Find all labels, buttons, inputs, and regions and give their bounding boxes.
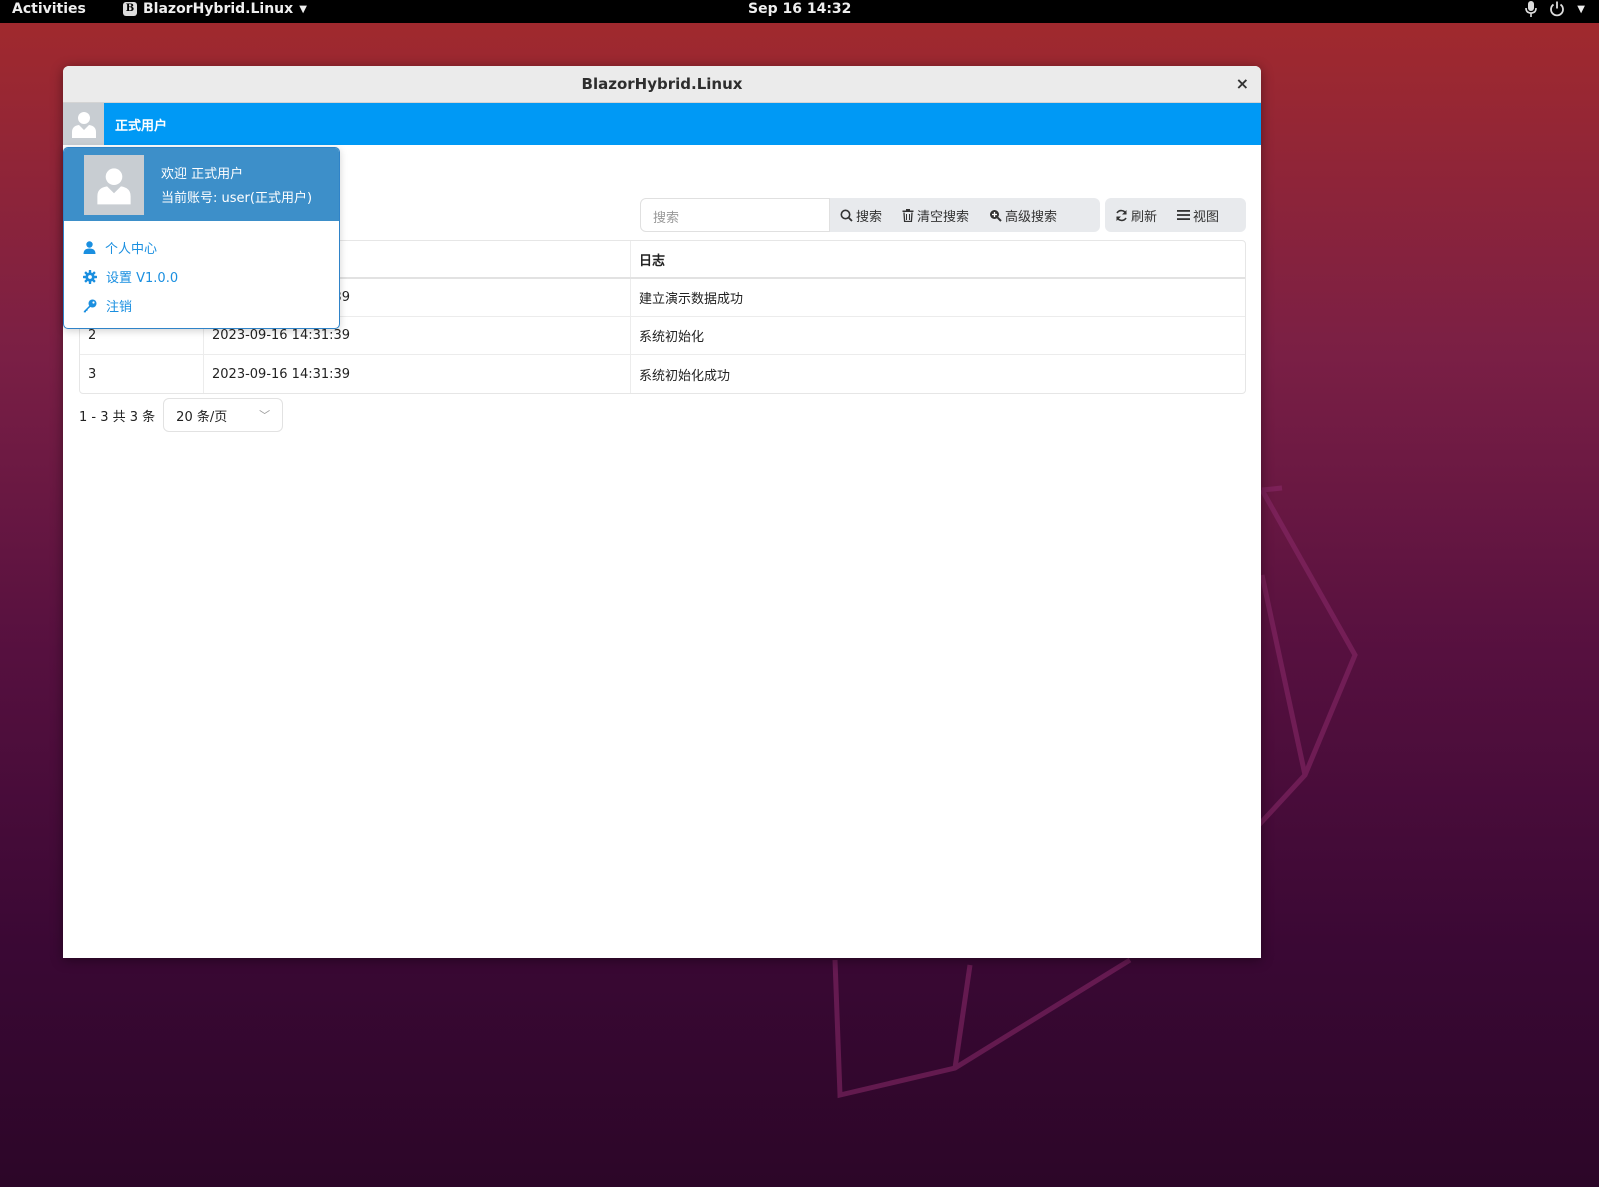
- account-text: 当前账号: user(正式用户): [161, 191, 313, 206]
- user-avatar-icon: [97, 168, 131, 205]
- welcome-text: 欢迎 正式用户: [161, 167, 244, 182]
- menu-item-profile[interactable]: 个人中心: [64, 233, 339, 262]
- menu-item-label: 注销: [106, 300, 133, 315]
- clock[interactable]: Sep 16 14:32: [748, 1, 851, 17]
- system-tray[interactable]: ▼: [1525, 1, 1585, 17]
- menu-item-label: 个人中心: [105, 242, 158, 257]
- clear-search-label: 清空搜索: [917, 209, 970, 225]
- view-button[interactable]: 视图: [1167, 206, 1229, 225]
- refresh-label: 刷新: [1131, 209, 1158, 225]
- cell-log: 建立演示数据成功: [639, 292, 744, 307]
- key-icon: [83, 299, 97, 312]
- search-button-group: 搜索 清空搜索 高级搜索: [830, 198, 1100, 232]
- cell-time: 2023-09-16 14:31:39: [204, 355, 631, 393]
- cell-id: 3: [80, 355, 204, 393]
- activities-button[interactable]: Activities: [12, 1, 86, 17]
- trash-icon: [902, 208, 914, 222]
- power-icon[interactable]: [1549, 1, 1565, 17]
- menu-item-settings[interactable]: 设置 V1.0.0: [64, 262, 339, 291]
- view-label: 视图: [1193, 209, 1220, 225]
- app-menu-label: BlazorHybrid.Linux: [143, 1, 294, 17]
- caret-down-icon: ▼: [299, 3, 307, 15]
- user-dropdown-menu: 欢迎 正式用户 当前账号: user(正式用户) 个人中心 设置 V1.0.0 …: [63, 147, 340, 329]
- caret-down-icon[interactable]: ▼: [1577, 4, 1585, 15]
- avatar: [84, 155, 144, 215]
- refresh-icon: [1116, 209, 1127, 221]
- user-icon: [83, 241, 96, 254]
- cell-log: 系统初始化: [639, 330, 705, 345]
- gear-icon: [83, 269, 97, 284]
- cell-log: 系统初始化成功: [639, 368, 731, 384]
- window-titlebar[interactable]: BlazorHybrid.Linux ×: [63, 66, 1261, 103]
- app-icon: B: [123, 2, 137, 16]
- window-title: BlazorHybrid.Linux: [581, 75, 743, 93]
- close-icon[interactable]: ×: [1236, 66, 1249, 102]
- clear-search-button[interactable]: 清空搜索: [892, 206, 979, 225]
- header-username[interactable]: 正式用户: [115, 115, 167, 134]
- search-button[interactable]: 搜索: [830, 206, 892, 225]
- column-header-log[interactable]: 日志: [631, 241, 1245, 277]
- list-icon: [1177, 210, 1191, 220]
- menu-item-label: 设置 V1.0.0: [106, 271, 179, 286]
- zoom-in-icon: [990, 209, 1002, 222]
- search-input[interactable]: 搜索: [640, 198, 830, 232]
- table-row[interactable]: 3 2023-09-16 14:31:39 系统初始化成功: [80, 355, 1245, 393]
- view-button-group: 刷新 视图: [1105, 198, 1246, 232]
- user-menu-items: 个人中心 设置 V1.0.0 注销: [64, 221, 339, 320]
- pagination: 1 - 3 共 3 条 20 条/页 ﹀: [79, 398, 284, 432]
- chevron-down-icon: ﹀: [259, 409, 271, 422]
- avatar[interactable]: [63, 103, 104, 145]
- advanced-search-label: 高级搜索: [1005, 209, 1058, 225]
- menu-item-logout[interactable]: 注销: [64, 291, 339, 320]
- page-size-value: 20 条/页: [176, 409, 228, 425]
- search-icon: [840, 209, 853, 222]
- system-top-bar: Activities B BlazorHybrid.Linux ▼ Sep 16…: [0, 0, 1599, 23]
- app-menu[interactable]: B BlazorHybrid.Linux ▼: [123, 1, 307, 17]
- refresh-button[interactable]: 刷新: [1105, 206, 1167, 225]
- search-button-label: 搜索: [856, 209, 883, 225]
- app-header: 正式用户: [63, 103, 1261, 145]
- page-size-select[interactable]: 20 条/页 ﹀: [163, 398, 284, 432]
- microphone-icon[interactable]: [1525, 1, 1538, 17]
- pagination-summary: 1 - 3 共 3 条: [79, 409, 156, 425]
- user-avatar-icon: [71, 112, 96, 138]
- user-menu-header: 欢迎 正式用户 当前账号: user(正式用户): [64, 148, 339, 221]
- advanced-search-button[interactable]: 高级搜索: [979, 206, 1067, 225]
